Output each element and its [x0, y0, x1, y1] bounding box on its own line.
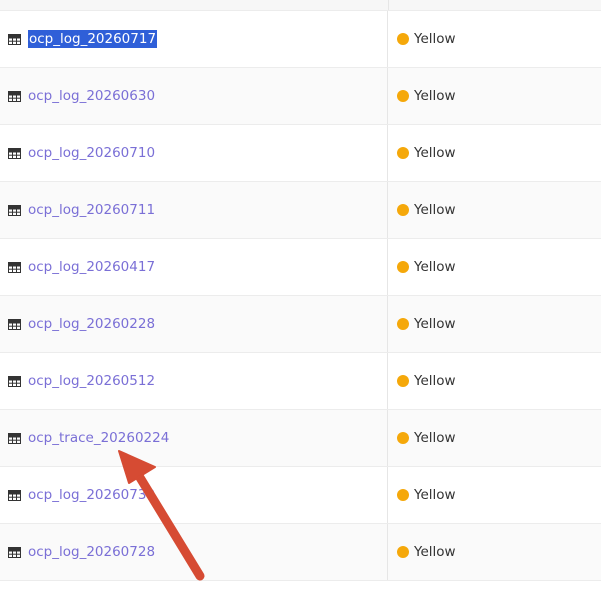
status-dot	[397, 90, 409, 102]
name-cell: ocp_log_20260728	[0, 524, 388, 580]
index-table: ocp_log_20260717 Yellow ocp_log_20260630…	[0, 0, 601, 581]
name-cell: ocp_trace_20260224	[0, 410, 388, 466]
status-dot	[397, 204, 409, 216]
index-name-link[interactable]: ocp_log_20260710	[28, 144, 155, 162]
status-dot	[397, 375, 409, 387]
status-text: Yellow	[414, 430, 456, 446]
table-row: ocp_log_20260710 Yellow	[0, 125, 601, 182]
name-cell: ocp_log_20260630	[0, 68, 388, 124]
index-name-link[interactable]: ocp_log_20260228	[28, 315, 155, 333]
status-cell: Yellow	[388, 11, 601, 67]
table-row: ocp_log_20260417 Yellow	[0, 239, 601, 296]
status-cell: Yellow	[388, 353, 601, 409]
index-name-link[interactable]: ocp_log_20260730	[28, 486, 155, 504]
status-text: Yellow	[414, 31, 456, 47]
status-cell: Yellow	[388, 68, 601, 124]
table-grid-icon	[8, 318, 21, 330]
table-row: ocp_trace_20260224 Yellow	[0, 410, 601, 467]
status-text: Yellow	[414, 544, 456, 560]
table-grid-icon	[8, 147, 21, 159]
table-row: ocp_log_20260630 Yellow	[0, 68, 601, 125]
status-text: Yellow	[414, 373, 456, 389]
table-row: ocp_log_20260728 Yellow	[0, 524, 601, 581]
name-cell: ocp_log_20260717	[0, 11, 388, 67]
status-dot	[397, 261, 409, 273]
status-dot	[397, 546, 409, 558]
status-text: Yellow	[414, 259, 456, 275]
table-row: ocp_log_20260711 Yellow	[0, 182, 601, 239]
status-cell: Yellow	[388, 296, 601, 352]
name-cell: ocp_log_20260710	[0, 125, 388, 181]
status-dot	[397, 33, 409, 45]
status-cell: Yellow	[388, 410, 601, 466]
name-cell: ocp_log_20260228	[0, 296, 388, 352]
table-grid-icon	[8, 432, 21, 444]
table-row: ocp_log_20260228 Yellow	[0, 296, 601, 353]
status-text: Yellow	[414, 88, 456, 104]
table-grid-icon	[8, 33, 21, 45]
table-grid-icon	[8, 90, 21, 102]
top-strip-name-cell	[0, 0, 389, 10]
index-name-link[interactable]: ocp_trace_20260224	[28, 429, 169, 447]
status-dot	[397, 432, 409, 444]
status-cell: Yellow	[388, 467, 601, 523]
table-grid-icon	[8, 261, 21, 273]
name-cell: ocp_log_20260730	[0, 467, 388, 523]
name-cell: ocp_log_20260512	[0, 353, 388, 409]
screenshot-stage: ocp_log_20260717 Yellow ocp_log_20260630…	[0, 0, 601, 612]
status-text: Yellow	[414, 202, 456, 218]
table-grid-icon	[8, 546, 21, 558]
index-name-link[interactable]: ocp_log_20260417	[28, 258, 155, 276]
index-name-link[interactable]: ocp_log_20260512	[28, 372, 155, 390]
table-top-strip	[0, 0, 601, 11]
table-grid-icon	[8, 375, 21, 387]
status-dot	[397, 318, 409, 330]
status-dot	[397, 489, 409, 501]
status-text: Yellow	[414, 316, 456, 332]
name-cell: ocp_log_20260711	[0, 182, 388, 238]
status-cell: Yellow	[388, 182, 601, 238]
table-row: ocp_log_20260512 Yellow	[0, 353, 601, 410]
table-row: ocp_log_20260730 Yellow	[0, 467, 601, 524]
status-text: Yellow	[414, 487, 456, 503]
status-dot	[397, 147, 409, 159]
table-grid-icon	[8, 204, 21, 216]
index-name-link[interactable]: ocp_log_20260630	[28, 87, 155, 105]
table-grid-icon	[8, 489, 21, 501]
name-cell: ocp_log_20260417	[0, 239, 388, 295]
index-name-link[interactable]: ocp_log_20260717	[28, 30, 158, 48]
index-name-link[interactable]: ocp_log_20260711	[28, 201, 155, 219]
status-cell: Yellow	[388, 524, 601, 580]
status-text: Yellow	[414, 145, 456, 161]
index-name-link[interactable]: ocp_log_20260728	[28, 543, 155, 561]
table-row: ocp_log_20260717 Yellow	[0, 11, 601, 68]
status-cell: Yellow	[388, 125, 601, 181]
status-cell: Yellow	[388, 239, 601, 295]
